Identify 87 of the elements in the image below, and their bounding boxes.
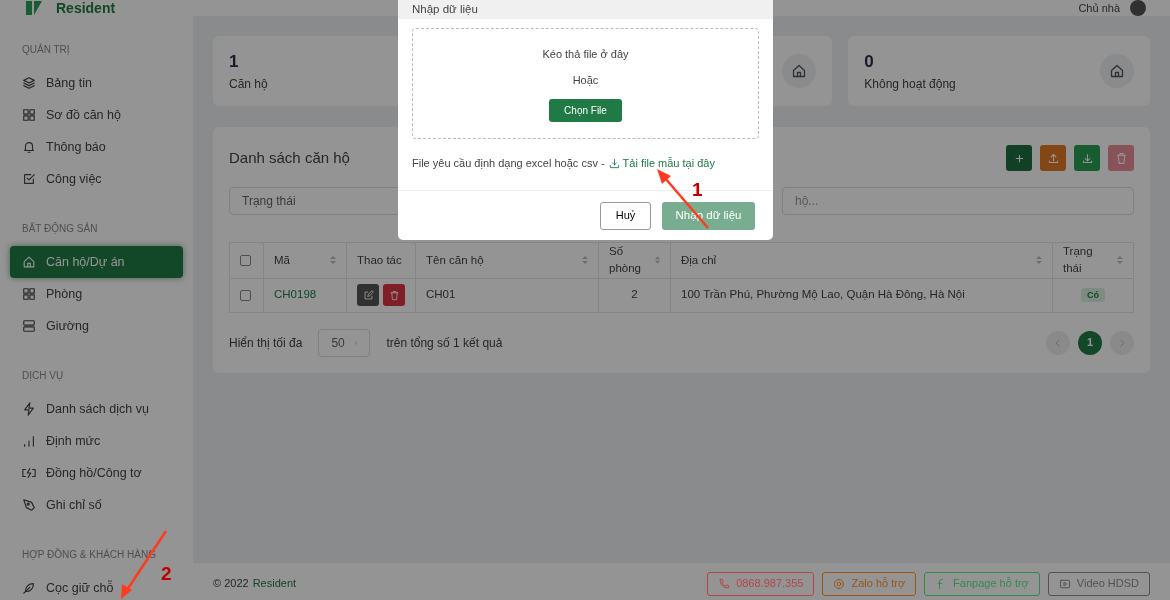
grid-icon xyxy=(22,287,36,301)
layers-icon xyxy=(22,76,36,90)
checkbox-icon xyxy=(22,172,36,186)
stat-value: 1 xyxy=(229,51,240,74)
panel-title: Danh sách căn hộ xyxy=(229,147,350,168)
page-size-select[interactable]: 50 xyxy=(318,328,371,357)
dialog-title: Nhập dữ liệu xyxy=(398,0,773,19)
sidebar-item[interactable]: Danh sách dịch vụ xyxy=(10,393,161,425)
sidebar-item[interactable]: Sơ đồ căn hộ xyxy=(10,99,133,131)
chevron-right-icon xyxy=(1117,337,1127,348)
house-icon xyxy=(1109,63,1125,79)
column-header: Địa chỉ xyxy=(681,252,717,268)
sort-icon xyxy=(654,255,660,266)
bed-icon xyxy=(22,319,36,333)
feather-icon xyxy=(22,581,36,595)
edit-button[interactable] xyxy=(357,284,379,306)
upload-button[interactable] xyxy=(1040,145,1066,171)
bar-chart-icon xyxy=(22,434,36,448)
bell-icon xyxy=(22,140,36,154)
table-cell: 100 Trần Phú, Phường Mộ Lao, Quận Hà Đông, Hà Nội xyxy=(670,278,1053,312)
table-cell: CH0198 xyxy=(263,278,347,312)
template-download-link[interactable]: Tải file mẫu tại đây xyxy=(608,155,715,172)
sidebar-item[interactable]: Công việc xyxy=(10,163,130,195)
sidebar-item[interactable]: Thông báo xyxy=(10,131,130,163)
user-name: Chủ nhà xyxy=(1078,2,1120,14)
page-button[interactable]: 1 xyxy=(1078,330,1102,355)
sidebar-item[interactable]: Bảng tin xyxy=(10,67,130,99)
brand-link[interactable]: Resident xyxy=(252,575,297,592)
download-button[interactable] xyxy=(1074,145,1100,171)
download-icon xyxy=(1080,151,1094,165)
lifebuoy-icon xyxy=(833,577,846,590)
column-header: Tên căn hộ xyxy=(426,252,484,268)
add-button[interactable] xyxy=(1006,145,1032,171)
stat-label: Không hoạt động xyxy=(864,75,956,93)
sort-icon xyxy=(1117,255,1123,266)
annotation-number: 1 xyxy=(692,180,703,199)
sidebar-item[interactable]: Căn hộ/Dự án xyxy=(10,246,183,278)
lightning-icon xyxy=(22,402,36,416)
logo-text: Resident xyxy=(56,1,116,15)
sort-icon xyxy=(582,255,588,266)
row-checkbox[interactable] xyxy=(240,289,251,301)
column-header: Trạng thái xyxy=(1063,244,1094,277)
annotation-number: 2 xyxy=(161,564,172,583)
or-text: Hoặc xyxy=(572,73,599,88)
column-header: Thao tác xyxy=(357,252,402,268)
stat-label: Căn hộ xyxy=(229,75,268,93)
house-icon xyxy=(791,63,808,79)
result-count: trên tổng số 1 kết quả xyxy=(386,334,503,352)
sidebar-item[interactable]: Định mức xyxy=(10,425,130,457)
section-heading: BẤT ĐỘNG SẢN xyxy=(21,221,99,236)
avatar-circle[interactable] xyxy=(1130,0,1146,16)
choose-file-button[interactable]: Chọn File xyxy=(549,98,622,122)
sidebar-item[interactable]: Đồng hồ/Công tơ xyxy=(10,457,154,489)
status-badge: Có xyxy=(1081,288,1105,303)
select-all-checkbox[interactable] xyxy=(240,255,251,267)
sidebar-item[interactable]: Giường xyxy=(10,310,130,342)
pen-nib-icon xyxy=(22,498,36,512)
column-header: Mã xyxy=(274,252,290,268)
sidebar-item[interactable]: Ghi chỉ số xyxy=(10,489,130,521)
grid-icon xyxy=(22,108,36,122)
house-icon xyxy=(22,255,36,269)
download-icon xyxy=(608,157,620,169)
column-header: Số phòng xyxy=(609,244,642,277)
copyright-text: © 2022 xyxy=(213,576,249,592)
drop-zone[interactable]: Kéo thả file ở đây Hoặc Chọn File xyxy=(412,28,759,139)
phone-icon xyxy=(718,577,731,590)
sidebar-item[interactable]: Phòng xyxy=(10,278,130,310)
sort-icon xyxy=(1036,255,1042,266)
edit-icon xyxy=(362,289,374,301)
sort-icon xyxy=(330,255,336,266)
stat-value: 0 xyxy=(864,51,875,74)
delete-button[interactable] xyxy=(383,284,405,306)
format-hint: File yêu cầu định dạng excel hoặc csv - xyxy=(412,156,605,171)
trash-icon xyxy=(388,289,400,301)
section-heading: DỊCH VỤ xyxy=(21,369,65,383)
section-heading: QUẢN TRỊ xyxy=(21,42,71,57)
table-cell: CH01 xyxy=(415,278,599,312)
cancel-button[interactable]: Huỷ xyxy=(600,201,651,230)
video-support-button[interactable]: Video HDSD xyxy=(1047,571,1150,596)
chevron-left-icon xyxy=(1053,337,1063,348)
video-icon xyxy=(1058,577,1071,590)
table-cell: 2 xyxy=(598,278,671,312)
drop-text: Kéo thả file ở đây xyxy=(542,46,629,62)
upload-icon xyxy=(1046,151,1060,165)
page-size-label: Hiển thị tối đa xyxy=(229,334,303,352)
battery-icon xyxy=(22,466,36,480)
sidebar-item[interactable]: Cọc giữ chỗ xyxy=(10,572,130,600)
